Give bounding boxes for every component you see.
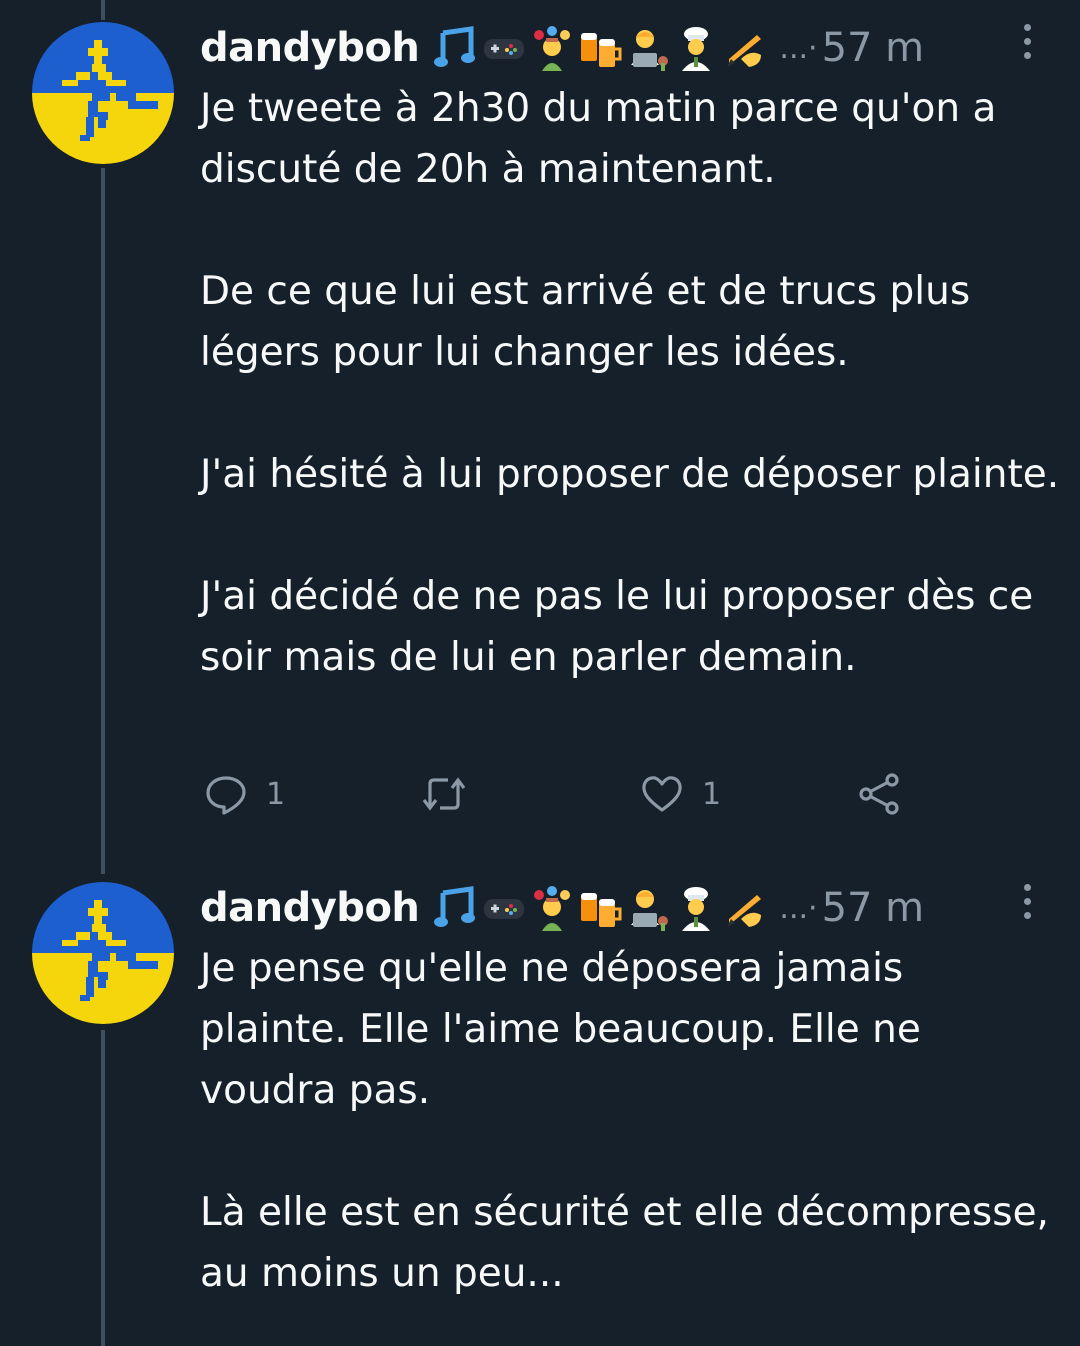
juggler-icon xyxy=(529,885,575,931)
retweet-icon xyxy=(422,777,466,811)
avatar[interactable] xyxy=(32,882,174,1024)
profile-emojis xyxy=(433,25,767,71)
beer-mugs-icon xyxy=(577,25,623,71)
retweet-button[interactable] xyxy=(420,772,468,816)
share-button[interactable] xyxy=(858,772,902,816)
game-controller-icon xyxy=(481,25,527,71)
author-name[interactable]: dandyboh xyxy=(200,25,420,71)
tweet-paragraph: Je pense qu'elle ne déposera jamais plai… xyxy=(200,946,921,1113)
more-options-icon[interactable] xyxy=(1020,884,1034,928)
ukraine-pixel-avatar-icon xyxy=(32,22,174,164)
tweet-paragraph: Là elle est en sécurité et elle décompre… xyxy=(200,1190,1049,1296)
name-overflow: ...· xyxy=(779,890,818,926)
music-notes-icon xyxy=(433,25,479,71)
tweet-paragraph: J'ai hésité à lui proposer de déposer pl… xyxy=(200,452,1060,497)
reply-button[interactable]: 1 xyxy=(204,772,285,816)
timestamp[interactable]: 57 m xyxy=(822,25,925,71)
tweet-paragraph: Je tweete à 2h30 du matin parce qu'on a … xyxy=(200,86,997,192)
like-count: 1 xyxy=(702,776,722,812)
like-button[interactable]: 1 xyxy=(640,772,721,816)
name-overflow: ...· xyxy=(779,30,818,66)
writing-hand-icon xyxy=(721,885,767,931)
avatar[interactable] xyxy=(32,22,174,164)
tweet-paragraph: J'ai décidé de ne pas le lui proposer dè… xyxy=(200,574,1034,680)
game-controller-icon xyxy=(481,885,527,931)
juggler-icon xyxy=(529,25,575,71)
beer-mugs-icon xyxy=(577,885,623,931)
heart-icon xyxy=(642,776,682,812)
cook-icon xyxy=(673,885,719,931)
tweet[interactable]: dandyboh ...· 57 m xyxy=(0,860,1080,1346)
tweet-text: Je tweete à 2h30 du matin parce qu'on a … xyxy=(200,78,1060,688)
timestamp[interactable]: 57 m xyxy=(822,885,925,931)
tweet-text: Je pense qu'elle ne déposera jamais plai… xyxy=(200,938,1060,1304)
profile-emojis xyxy=(433,885,767,931)
tweet-actions: 1 1 xyxy=(200,772,920,822)
technologist-icon xyxy=(625,885,671,931)
music-notes-icon xyxy=(433,885,479,931)
tweet[interactable]: dandyboh ...· 57 m xyxy=(0,0,1080,870)
tweet-header: dandyboh ...· 57 m xyxy=(200,878,1060,938)
author-name[interactable]: dandyboh xyxy=(200,885,420,931)
reply-icon xyxy=(206,776,246,815)
tweet-paragraph: De ce que lui est arrivé et de trucs plu… xyxy=(200,269,971,375)
tweet-header: dandyboh ...· 57 m xyxy=(200,18,1060,78)
ukraine-pixel-avatar-icon xyxy=(32,882,174,1024)
technologist-icon xyxy=(625,25,671,71)
reply-count: 1 xyxy=(266,776,286,812)
cook-icon xyxy=(673,25,719,71)
share-icon xyxy=(859,773,899,815)
more-options-icon[interactable] xyxy=(1020,24,1034,68)
writing-hand-icon xyxy=(721,25,767,71)
